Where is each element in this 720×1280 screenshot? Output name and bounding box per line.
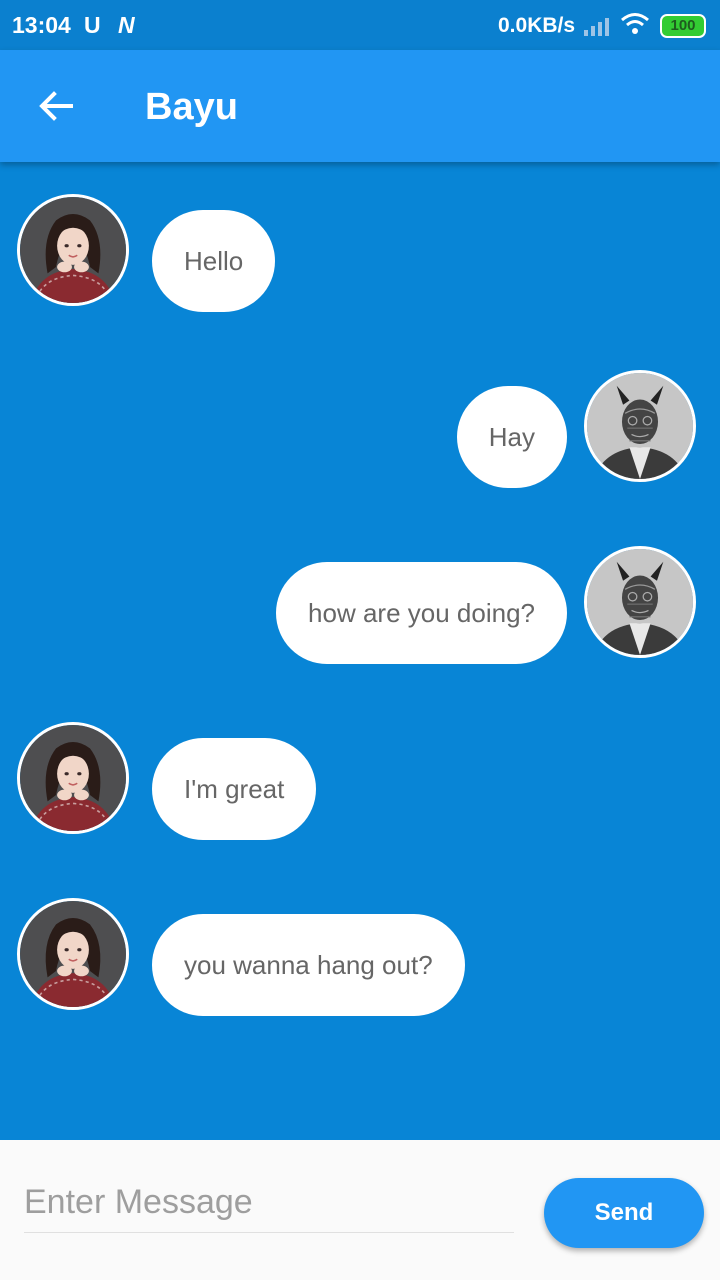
back-button[interactable] [30,80,82,132]
message-list[interactable]: Hello Hay how are you doing? I'm great y… [0,162,720,1140]
status-time: 13:04 [12,12,71,38]
contact-avatar[interactable] [17,722,129,834]
chat-title: Bayu [145,86,238,128]
arrow-left-icon [39,91,73,121]
contact-avatar[interactable] [17,898,129,1010]
wifi-icon [621,13,649,34]
battery-icon: 100 [660,14,706,38]
message-bubble-outgoing[interactable]: how are you doing? [276,562,567,664]
signal-icon [584,18,609,36]
message-bubble-incoming[interactable]: I'm great [152,738,317,840]
message-bubble-incoming[interactable]: Hello [152,210,276,312]
status-bar: 13:04 U N 0.0KB/s 100 [0,0,720,50]
carrier-n-icon: N [118,12,135,38]
app-bar: Bayu [0,50,720,162]
network-speed: 0.0KB/s [498,14,576,37]
contact-avatar[interactable] [17,194,129,306]
send-button[interactable]: Send [544,1178,704,1248]
my-avatar[interactable] [584,546,696,658]
message-bubble-incoming[interactable]: you wanna hang out? [152,914,465,1016]
carrier-u-icon: U [84,12,101,38]
message-input[interactable] [24,1172,514,1233]
message-bubble-outgoing[interactable]: Hay [456,386,567,488]
my-avatar[interactable] [584,370,696,482]
